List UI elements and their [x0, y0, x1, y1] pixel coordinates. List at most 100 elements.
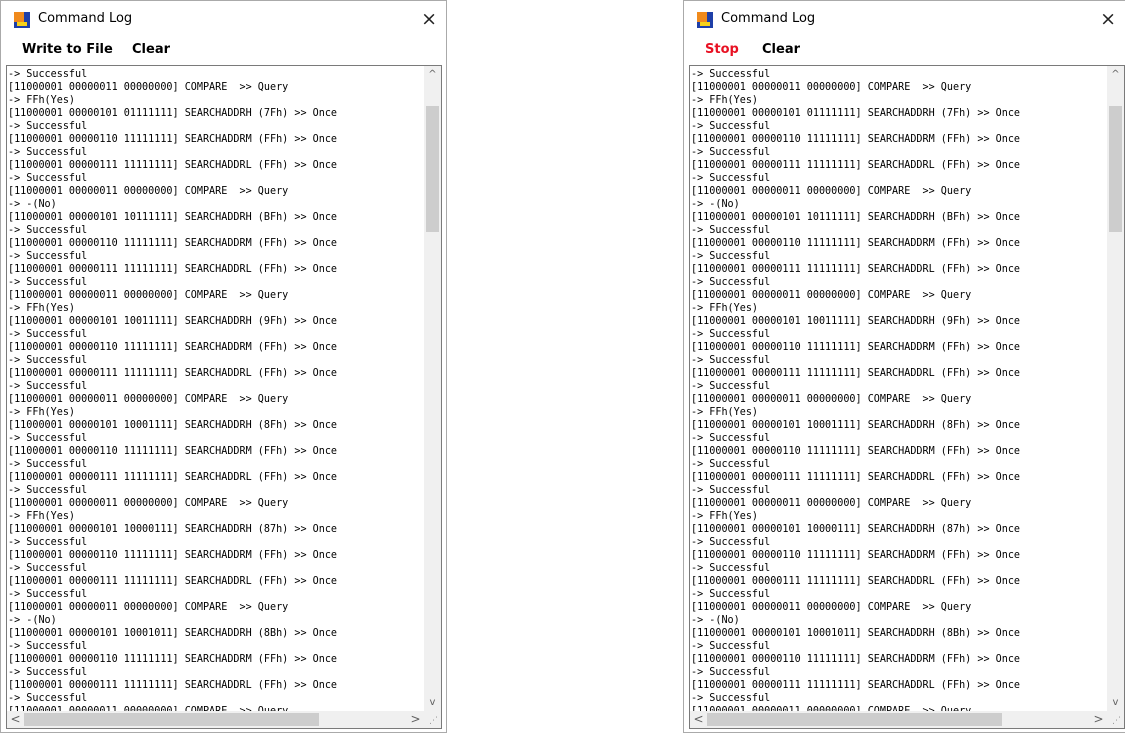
clear-button[interactable]: Clear [132, 42, 170, 57]
horizontal-scroll-thumb[interactable] [24, 713, 319, 726]
log-line: -> Successful [691, 249, 771, 262]
app-logo-icon [697, 12, 713, 28]
log-line: [11000001 00000011 00000000] COMPARE >> … [8, 392, 289, 405]
scroll-up-icon[interactable]: ^ [424, 66, 441, 83]
log-line: [11000001 00000011 00000000] COMPARE >> … [691, 496, 972, 509]
log-line: [11000001 00000101 10000111] SEARCHADDRH… [8, 522, 338, 535]
log-line: [11000001 00000111 11111111] SEARCHADDRL… [691, 262, 1021, 275]
close-icon[interactable]: × [421, 7, 437, 31]
log-line: -> Successful [691, 483, 771, 496]
log-line: -> FFh(Yes) [8, 93, 76, 106]
log-line: -> Successful [8, 67, 88, 80]
log-line: [11000001 00000101 01111111] SEARCHADDRH… [691, 106, 1021, 119]
log-line: -> Successful [8, 353, 88, 366]
scroll-down-icon[interactable]: v [1107, 694, 1124, 711]
scroll-left-icon[interactable]: < [690, 711, 707, 728]
log-line: [11000001 00000111 11111111] SEARCHADDRL… [691, 678, 1021, 691]
stop-button[interactable]: Stop [705, 42, 739, 57]
horizontal-scrollbar[interactable]: < > [690, 711, 1107, 728]
log-line: -> Successful [8, 249, 88, 262]
log-line: -> Successful [691, 431, 771, 444]
log-line: [11000001 00000101 10111111] SEARCHADDRH… [8, 210, 338, 223]
log-line: -> Successful [691, 119, 771, 132]
log-line: [11000001 00000011 00000000] COMPARE >> … [691, 288, 972, 301]
resize-corner[interactable]: ⋰ [1107, 711, 1124, 728]
scroll-right-icon[interactable]: > [1090, 711, 1107, 728]
log-line: -> FFh(Yes) [8, 509, 76, 522]
log-line: -> Successful [691, 587, 771, 600]
log-text-area[interactable]: -> Successful [11000001 00000011 00000000… [6, 65, 442, 729]
log-line: [11000001 00000011 00000000] COMPARE >> … [8, 288, 289, 301]
log-line: [11000001 00000011 00000000] COMPARE >> … [8, 80, 289, 93]
log-line: [11000001 00000110 11111111] SEARCHADDRM… [691, 548, 1021, 561]
scroll-right-icon[interactable]: > [407, 711, 424, 728]
log-line: -> Successful [691, 353, 771, 366]
scroll-left-icon[interactable]: < [7, 711, 24, 728]
log-line: [11000001 00000110 11111111] SEARCHADDRM… [8, 548, 338, 561]
log-text: -> Successful [11000001 00000011 00000000… [8, 67, 424, 711]
scroll-up-icon[interactable]: ^ [1107, 66, 1124, 83]
log-line: -> Successful [691, 145, 771, 158]
log-line: -> FFh(Yes) [691, 509, 759, 522]
log-line: [11000001 00000011 00000000] COMPARE >> … [691, 184, 972, 197]
toolbar: Stop Clear [684, 39, 1125, 63]
scroll-down-icon[interactable]: v [424, 694, 441, 711]
vertical-scrollbar[interactable]: ^ v [1107, 66, 1124, 711]
log-line: [11000001 00000101 10000111] SEARCHADDRH… [691, 522, 1021, 535]
close-icon[interactable]: × [1100, 7, 1116, 31]
log-line: [11000001 00000011 00000000] COMPARE >> … [691, 600, 972, 613]
log-line: [11000001 00000111 11111111] SEARCHADDRL… [691, 366, 1021, 379]
log-line: -> Successful [691, 171, 771, 184]
command-log-window-left: Command Log × Write to File Clear -> Suc… [0, 0, 447, 733]
log-line: [11000001 00000111 11111111] SEARCHADDRL… [8, 262, 338, 275]
log-line: [11000001 00000011 00000000] COMPARE >> … [8, 600, 289, 613]
horizontal-scrollbar[interactable]: < > [7, 711, 424, 728]
log-line: [11000001 00000110 11111111] SEARCHADDRM… [691, 340, 1021, 353]
log-line: -> Successful [8, 691, 88, 704]
resize-grip-icon[interactable]: ⋰ [1112, 716, 1121, 726]
log-line: -> FFh(Yes) [691, 93, 759, 106]
log-line: [11000001 00000011 00000000] COMPARE >> … [8, 184, 289, 197]
vertical-scroll-thumb[interactable] [1109, 106, 1122, 232]
log-line: -> Successful [8, 379, 88, 392]
log-line: [11000001 00000011 00000000] COMPARE >> … [691, 392, 972, 405]
title-bar[interactable]: Command Log × [684, 1, 1125, 39]
log-line: [11000001 00000101 01111111] SEARCHADDRH… [8, 106, 338, 119]
resize-grip-icon[interactable]: ⋰ [429, 716, 438, 726]
log-line: -> Successful [8, 145, 88, 158]
log-line: [11000001 00000110 11111111] SEARCHADDRM… [8, 236, 338, 249]
log-line: [11000001 00000101 10011111] SEARCHADDRH… [691, 314, 1021, 327]
log-line: -> FFh(Yes) [691, 301, 759, 314]
log-line: -> FFh(Yes) [691, 405, 759, 418]
vertical-scrollbar[interactable]: ^ v [424, 66, 441, 711]
log-line: -> Successful [8, 639, 88, 652]
log-line: -> Successful [691, 691, 771, 704]
log-line: [11000001 00000110 11111111] SEARCHADDRM… [691, 652, 1021, 665]
resize-corner[interactable]: ⋰ [424, 711, 441, 728]
log-line: [11000001 00000111 11111111] SEARCHADDRL… [691, 158, 1021, 171]
log-text-area[interactable]: -> Successful [11000001 00000011 00000000… [689, 65, 1125, 729]
log-line: -> Successful [8, 223, 88, 236]
log-line: -> -(No) [8, 197, 57, 210]
log-line: -> Successful [691, 639, 771, 652]
horizontal-scroll-thumb[interactable] [707, 713, 1002, 726]
title-bar[interactable]: Command Log × [1, 1, 446, 39]
log-line: -> Successful [8, 431, 88, 444]
log-line: [11000001 00000111 11111111] SEARCHADDRL… [691, 574, 1021, 587]
log-line: -> FFh(Yes) [8, 301, 76, 314]
log-line: -> Successful [8, 587, 88, 600]
log-text: -> Successful [11000001 00000011 00000000… [691, 67, 1107, 711]
clear-button[interactable]: Clear [762, 42, 800, 57]
log-line: [11000001 00000101 10011111] SEARCHADDRH… [8, 314, 338, 327]
vertical-scroll-thumb[interactable] [426, 106, 439, 232]
log-line: -> -(No) [8, 613, 57, 626]
log-line: [11000001 00000101 10001011] SEARCHADDRH… [8, 626, 338, 639]
log-line: [11000001 00000110 11111111] SEARCHADDRM… [691, 236, 1021, 249]
log-line: -> -(No) [691, 197, 740, 210]
log-line: -> Successful [8, 327, 88, 340]
log-line: -> Successful [8, 483, 88, 496]
log-line: [11000001 00000110 11111111] SEARCHADDRM… [691, 132, 1021, 145]
log-line: [11000001 00000110 11111111] SEARCHADDRM… [8, 132, 338, 145]
log-line: -> Successful [691, 223, 771, 236]
write-to-file-button[interactable]: Write to File [22, 42, 113, 57]
